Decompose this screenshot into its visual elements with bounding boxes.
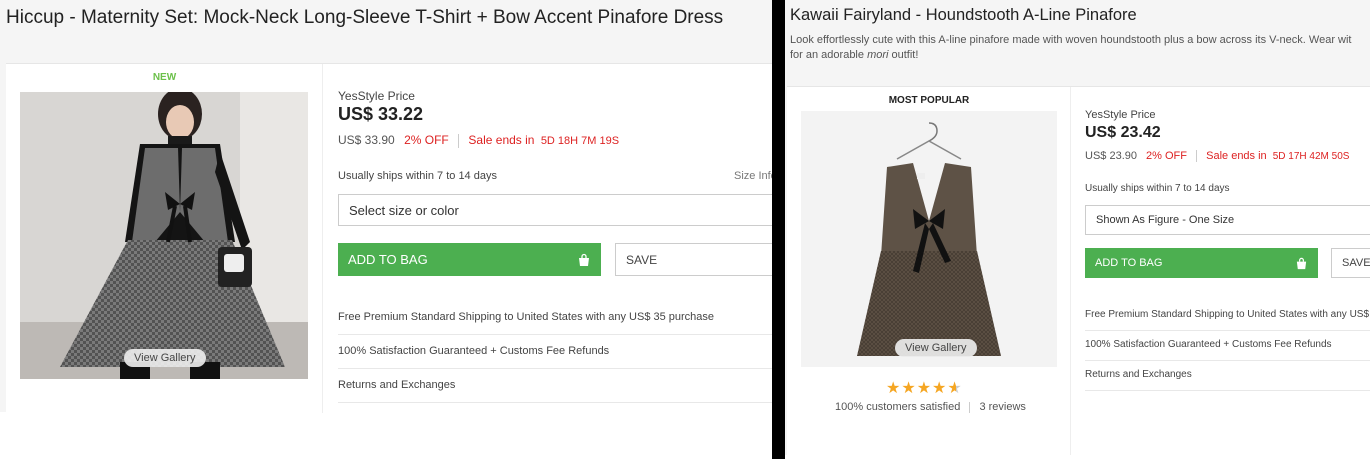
page-bottom-strip [0,412,772,459]
product-title: Kawaii Fairyland - Houndstooth A-Line Pi… [790,6,1137,24]
product-card: NEW View Gallery YesStyle Price US$ 33.2… [6,63,772,413]
save-button[interactable]: SAVE [1331,248,1370,278]
perk-satisfaction[interactable]: 100% Satisfaction Guaranteed + Customs F… [1085,331,1370,361]
star-half-icon: ★ [947,380,963,397]
perks-list: Free Premium Standard Shipping to United… [1085,301,1370,396]
star-icon: ★ [932,380,948,397]
add-to-bag-label: ADD TO BAG [1095,257,1163,269]
size-color-select[interactable]: Shown As Figure - One Size [1085,205,1370,235]
size-info-link[interactable]: Size Info [734,170,772,182]
satisfaction-text: 100% customers satisfied [835,401,961,413]
price-label: YesStyle Price [1085,109,1156,121]
view-gallery-button[interactable]: View Gallery [895,339,977,357]
page-bottom-strip [785,455,1370,459]
reviews-link[interactable]: 3 reviews [979,401,1025,413]
add-to-bag-label: ADD TO BAG [348,252,428,267]
perk-returns[interactable]: Returns and Exchanges [1085,361,1370,391]
add-to-bag-button[interactable]: ADD TO BAG [1085,248,1318,278]
image-column: NEW View Gallery [6,64,323,413]
price-details: US$ 33.90 2% OFF Sale ends in 5D 18H 7M … [338,133,619,148]
product-photo-illustration [801,111,1057,367]
sale-ends-label: Sale ends in [468,133,535,147]
perks-list: Free Premium Standard Shipping to United… [338,302,772,407]
original-price: US$ 33.90 [338,133,395,147]
divider [969,401,971,413]
divider [458,133,460,148]
star-icon: ★ [901,380,917,397]
sale-price: US$ 33.22 [338,104,424,124]
perk-free-shipping[interactable]: Free Premium Standard Shipping to United… [338,302,772,335]
sale-price: US$ 23.42 [1085,124,1161,141]
sale-ends-label: Sale ends in [1206,150,1267,162]
product-panel-left: Hiccup - Maternity Set: Mock-Neck Long-S… [0,0,772,459]
shipping-estimate: Usually ships within 7 to 14 days [1085,183,1230,194]
sale-countdown: 5D 18H 7M 19S [540,135,620,147]
shopping-bag-icon [1296,257,1307,269]
shopping-bag-icon [579,253,589,266]
product-card: MOST POPULAR View Gallery ★★★★★ 100% cus… [787,86,1370,455]
product-panel-right: Kawaii Fairyland - Houndstooth A-Line Pi… [785,0,1370,459]
shipping-estimate: Usually ships within 7 to 14 days [338,170,497,182]
perk-satisfaction[interactable]: 100% Satisfaction Guaranteed + Customs F… [338,336,772,369]
image-column: MOST POPULAR View Gallery ★★★★★ 100% cus… [787,87,1071,455]
discount-badge: 2% OFF [404,133,449,147]
size-color-select[interactable]: Select size or color [338,194,772,226]
product-image[interactable] [801,111,1057,367]
price-details: US$ 23.90 2% OFF Sale ends in 5D 17H 42M… [1085,150,1350,163]
product-info: YesStyle Price US$ 23.42 US$ 23.90 2% OF… [1072,87,1370,455]
perk-free-shipping[interactable]: Free Premium Standard Shipping to United… [1085,301,1370,331]
perk-returns[interactable]: Returns and Exchanges [338,370,772,403]
most-popular-badge: MOST POPULAR [888,95,970,106]
rating-summary: 100% customers satisfied 3 reviews [835,401,1026,413]
description-line-1: Look effortlessly cute with this A-line … [790,34,1352,46]
sale-countdown: 5D 17H 42M 50S [1272,151,1350,162]
new-badge: NEW [152,72,177,83]
product-info: YesStyle Price US$ 33.22 US$ 33.90 2% OF… [324,64,772,413]
rating-stars: ★★★★★ [886,378,963,398]
product-image[interactable] [20,92,308,379]
add-to-bag-button[interactable]: ADD TO BAG [338,243,601,276]
product-title: Hiccup - Maternity Set: Mock-Neck Long-S… [6,7,724,28]
view-gallery-button[interactable]: View Gallery [124,349,206,367]
product-photo-illustration [20,92,308,379]
product-description: Look effortlessly cute with this A-line … [790,33,1365,63]
price-label: YesStyle Price [338,89,415,103]
star-icon: ★ [886,380,902,397]
star-icon: ★ [916,380,933,397]
description-line-2: for an adorable mori outfit! [790,49,919,61]
original-price: US$ 23.90 [1085,150,1137,162]
discount-badge: 2% OFF [1146,150,1187,162]
save-button[interactable]: SAVE [615,243,772,276]
divider [1196,150,1198,163]
